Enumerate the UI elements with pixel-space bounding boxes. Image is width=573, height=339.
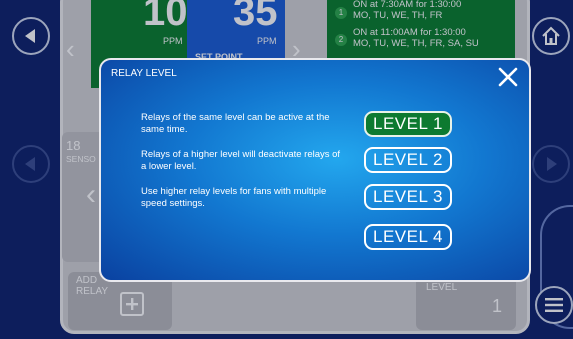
close-button[interactable] xyxy=(497,66,519,88)
info-paragraph: Use higher relay levels for fans with mu… xyxy=(141,186,327,209)
level-3-button[interactable]: LEVEL 3 xyxy=(364,184,452,210)
level-1-button[interactable]: LEVEL 1 xyxy=(364,111,452,137)
level-4-button[interactable]: LEVEL 4 xyxy=(364,224,452,250)
info-paragraph: Relays of the same level can be active a… xyxy=(141,112,330,135)
relay-level-dialog: RELAY LEVEL Relays of the same level can… xyxy=(99,58,531,282)
dialog-title: RELAY LEVEL xyxy=(111,68,177,79)
info-paragraph: Relays of a higher level will deactivate… xyxy=(141,149,341,172)
close-icon xyxy=(498,67,518,87)
level-2-button[interactable]: LEVEL 2 xyxy=(364,147,452,173)
